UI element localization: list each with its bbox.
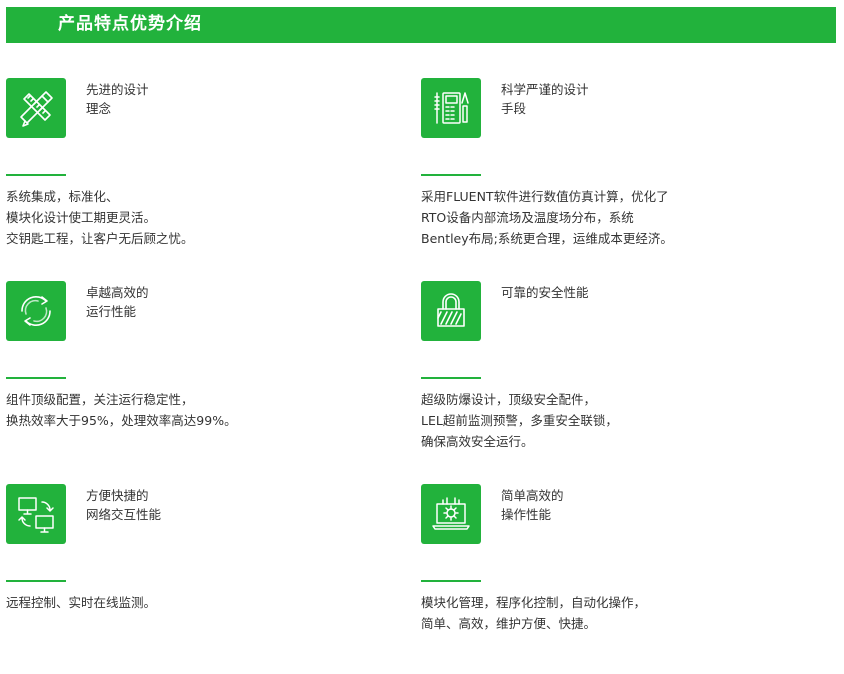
- padlock-icon: [421, 281, 481, 341]
- feature-operation-performance: 卓越高效的 运行性能 组件顶级配置，关注运行稳定性， 换热效率大于95%，处理效…: [6, 281, 421, 471]
- divider: [6, 377, 66, 379]
- feature-title: 科学严谨的设计 手段: [501, 82, 589, 116]
- feature-title: 方便快捷的 网络交互性能: [86, 488, 162, 522]
- section-title: 产品特点优势介绍: [58, 14, 202, 34]
- divider: [421, 174, 481, 176]
- divider: [6, 580, 66, 582]
- feature-description: 采用FLUENT软件进行数值仿真计算，优化了 RTO设备内部流场及温度场分布，系…: [421, 189, 673, 246]
- feature-description: 远程控制、实时在线监测。: [6, 595, 157, 610]
- feature-description: 模块化管理，程序化控制，自动化操作， 简单、高效，维护方便、快捷。: [421, 595, 647, 631]
- feature-operation-simplicity: 简单高效的 操作性能 模块化管理，程序化控制，自动化操作， 简单、高效，维护方便…: [421, 484, 836, 674]
- feature-title: 简单高效的 操作性能: [501, 488, 564, 522]
- network-monitors-icon: [6, 484, 66, 544]
- pencil-ruler-icon: [6, 78, 66, 138]
- laptop-gear-icon: [421, 484, 481, 544]
- instruments-icon: [421, 78, 481, 138]
- feature-design-method: 科学严谨的设计 手段 采用FLUENT软件进行数值仿真计算，优化了 RTO设备内…: [421, 78, 836, 268]
- feature-title: 卓越高效的 运行性能: [86, 285, 149, 319]
- feature-network-interaction: 方便快捷的 网络交互性能 远程控制、实时在线监测。: [6, 484, 421, 674]
- divider: [6, 174, 66, 176]
- feature-title: 先进的设计 理念: [86, 82, 149, 116]
- divider: [421, 377, 481, 379]
- section-header: 产品特点优势介绍: [6, 7, 836, 43]
- feature-description: 组件顶级配置，关注运行稳定性， 换热效率大于95%，处理效率高达99%。: [6, 392, 237, 428]
- feature-safety-performance: 可靠的安全性能 超级防爆设计，顶级安全配件， LEL超前监测预警，多重安全联锁，…: [421, 281, 836, 471]
- divider: [421, 580, 481, 582]
- feature-description: 超级防爆设计，顶级安全配件， LEL超前监测预警，多重安全联锁， 确保高效安全运…: [421, 392, 618, 449]
- feature-design-concept: 先进的设计 理念 系统集成，标准化、 模块化设计使工期更灵活。 交钥匙工程，让客…: [6, 78, 421, 268]
- feature-title: 可靠的安全性能: [501, 285, 589, 300]
- cycle-arrows-icon: [6, 281, 66, 341]
- feature-description: 系统集成，标准化、 模块化设计使工期更灵活。 交钥匙工程，让客户无后顾之忧。: [6, 189, 194, 246]
